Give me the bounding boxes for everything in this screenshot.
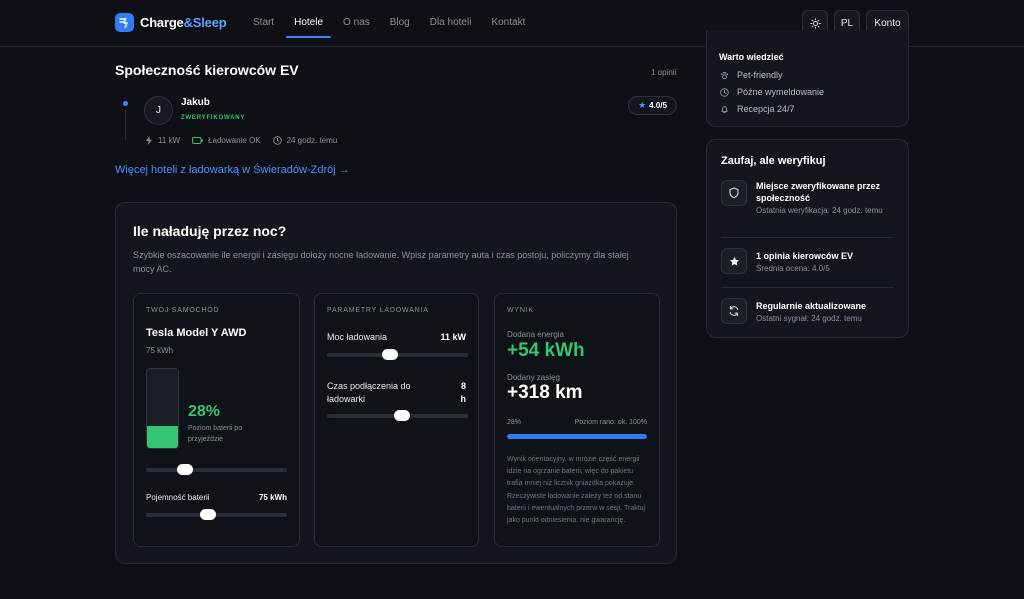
- result-panel-label: WYNIK: [507, 307, 534, 314]
- nav-start[interactable]: Start: [243, 10, 284, 35]
- nav-hotele[interactable]: Hotele: [284, 10, 333, 38]
- car-capacity: 75 kWh: [146, 346, 174, 355]
- trust-card: Zaufaj, ale weryfikuj Miejsce zweryfikow…: [706, 139, 909, 338]
- time-row: Czas podłączenia do ładowarki 8 h: [327, 380, 466, 406]
- time-label: Czas podłączenia do ładowarki: [327, 381, 411, 404]
- more-hotels-link[interactable]: Więcej hoteli z ładowarką w Świeradów-Zd…: [115, 164, 350, 176]
- progress-to: Poziom rano: ok. 100%: [574, 419, 647, 426]
- clock-icon: [719, 87, 729, 97]
- review-status: Ładowanie OK: [192, 136, 261, 145]
- trust-item-title: 1 opinia kierowców EV: [756, 251, 854, 261]
- battery-gauge: [146, 368, 179, 449]
- bell-icon: [719, 104, 729, 114]
- refresh-icon: [721, 298, 747, 324]
- params-panel-label: PARAMETRY ŁADOWANIA: [327, 307, 429, 314]
- charging-time-slider[interactable]: [327, 410, 468, 421]
- charging-power-slider[interactable]: [327, 349, 468, 360]
- facts-title: Warto wiedzieć: [719, 52, 784, 62]
- capacity-row: Pojemność baterii 75 kWh: [146, 493, 287, 502]
- shield-icon: [721, 180, 747, 206]
- nav-dla-hoteli[interactable]: Dla hoteli: [420, 10, 482, 35]
- trust-item-title: Regularnie aktualizowane: [756, 301, 867, 311]
- battery-percent: 28%: [188, 403, 221, 420]
- time-value: 8 h: [460, 381, 467, 404]
- car-panel-label: TWÓJ SAMOCHÓD: [146, 307, 220, 314]
- fact-item: Późne wymeldowanie: [719, 87, 824, 97]
- power-label: Moc ładowania: [327, 332, 388, 342]
- capacity-label: Pojemność baterii: [146, 493, 210, 502]
- charge-progress-bar: [507, 434, 647, 439]
- power-value: 11 kW: [440, 332, 466, 342]
- slider-thumb[interactable]: [200, 509, 217, 520]
- slider-thumb[interactable]: [177, 464, 194, 475]
- bolt-icon: [146, 136, 152, 145]
- divider: [721, 237, 894, 238]
- trust-item-updated: Regularnie aktualizowane Ostatni sygnał:…: [721, 298, 894, 328]
- trust-item-subtitle: Ostatnia weryfikacja: 24 godz. temu: [756, 206, 883, 215]
- nav-o-nas[interactable]: O nas: [333, 10, 380, 35]
- main-nav: Start Hotele O nas Blog Dla hoteli Konta…: [243, 10, 535, 38]
- rating-value: 4.0/5: [649, 101, 667, 110]
- nav-kontakt[interactable]: Kontakt: [481, 10, 535, 35]
- opinion-count: 1 opinii: [651, 68, 677, 77]
- brand-logo[interactable]: Charge&Sleep: [115, 13, 227, 32]
- calculator-description: Szybkie oszacowanie ile energii i zasięg…: [133, 250, 629, 274]
- calculator-title: Ile naładuję przez noc?: [133, 223, 287, 239]
- charging-calculator: Ile naładuję przez noc? Szybkie oszacowa…: [115, 202, 677, 564]
- rating-badge: ★ 4.0/5: [628, 96, 677, 115]
- review-time: 24 godz. temu: [272, 136, 337, 145]
- clock-icon: [272, 136, 282, 145]
- battery-fill: [147, 425, 178, 448]
- timeline-line: [125, 110, 126, 140]
- car-panel: TWÓJ SAMOCHÓD Tesla Model Y AWD 75 kWh 2…: [133, 293, 300, 547]
- sun-icon: [809, 17, 821, 29]
- trust-item-verified: Miejsce zweryfikowane przez społeczność …: [721, 180, 894, 230]
- reviewer-name: Jakub: [181, 97, 210, 108]
- verified-badge: ZWERYFIKOWANY: [181, 115, 246, 121]
- result-note: Wynik orientacyjny, w mrozie część energ…: [507, 456, 646, 525]
- result-panel: WYNIK Dodana energia +54 kWh Dodany zasi…: [494, 293, 660, 547]
- capacity-value: 75 kWh: [258, 493, 287, 502]
- progress-from: 28%: [507, 419, 522, 426]
- trust-item-subtitle: Średnia ocena: 4.0/5: [756, 264, 830, 273]
- brand-name: Charge&Sleep: [140, 15, 227, 30]
- fact-item: Pet-friendly: [719, 70, 783, 80]
- slider-thumb[interactable]: [382, 349, 399, 360]
- progress-labels: 28% Poziom rano: ok. 100%: [507, 419, 647, 426]
- logo-bolt-icon: [115, 13, 134, 32]
- battery-icon: [192, 137, 203, 144]
- energy-value: +54 kWh: [507, 340, 585, 361]
- trust-title: Zaufaj, ale weryfikuj: [721, 155, 826, 167]
- community-title: Społeczność kierowców EV: [115, 62, 299, 78]
- star-icon: ★: [638, 100, 647, 110]
- car-model[interactable]: Tesla Model Y AWD: [146, 327, 246, 339]
- power-row: Moc ładowania 11 kW: [327, 332, 466, 342]
- review-meta: 11 kW Ładowanie OK 24 godz. temu: [145, 136, 349, 145]
- facts-card: Warto wiedzieć Pet-friendly Późne wymeld…: [706, 30, 909, 127]
- timeline-dot: [123, 101, 128, 106]
- fact-item: Recepcja 24/7: [719, 104, 795, 114]
- reviewer-avatar: J: [144, 96, 173, 125]
- paw-icon: [719, 70, 729, 80]
- range-value: +318 km: [507, 382, 583, 403]
- battery-caption: Poziom baterii po przyjeździe: [188, 425, 243, 443]
- trust-item-title: Miejsce zweryfikowane przez społeczność: [756, 181, 881, 203]
- battery-capacity-slider[interactable]: [146, 509, 287, 520]
- progress-fill: [507, 434, 647, 439]
- trust-item-subtitle: Ostatni sygnał: 24 godz. temu: [756, 314, 862, 323]
- nav-blog[interactable]: Blog: [380, 10, 420, 35]
- range-label: Dodany zasięg: [507, 373, 560, 382]
- star-icon: [721, 248, 747, 274]
- energy-label: Dodana energia: [507, 330, 564, 339]
- trust-item-reviews: 1 opinia kierowców EV Średnia ocena: 4.0…: [721, 248, 894, 278]
- params-panel: PARAMETRY ŁADOWANIA Moc ładowania 11 kW …: [314, 293, 479, 547]
- battery-level-slider[interactable]: [146, 464, 287, 475]
- divider: [721, 287, 894, 288]
- slider-thumb[interactable]: [393, 410, 410, 421]
- review-power: 11 kW: [145, 136, 180, 145]
